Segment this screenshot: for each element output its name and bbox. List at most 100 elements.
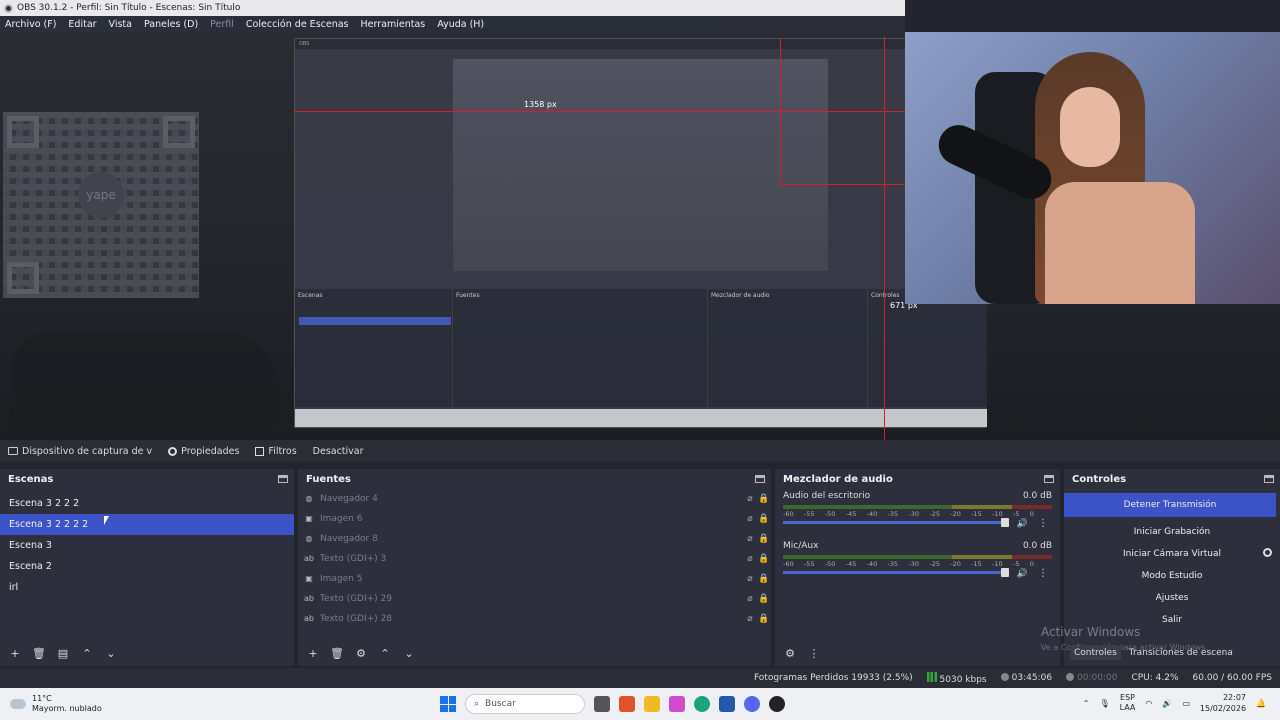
fps: 60.00 / 60.00 FPS [1192,673,1272,683]
globe-icon: ◍ [305,534,313,543]
speaker-icon[interactable]: 🔊 [1017,569,1028,579]
webcam-feed[interactable] [905,32,1280,304]
bitrate: 5030 kbps [939,674,987,685]
battery-icon[interactable]: ▭ [1182,699,1190,708]
stop-stream-button[interactable]: Detener Transmisión [1064,493,1276,517]
signal-bars-icon [926,671,937,682]
file-explorer-icon[interactable] [594,696,610,712]
weather-widget[interactable]: 11°C Mayorm. nublado [10,694,102,714]
mixer-channel-desktop: Audio del escritorio 0.0 dB -60 -55 -50 -45… [775,489,1060,539]
eye-hidden-icon[interactable]: ⌀ [743,494,757,504]
settings-button[interactable]: Ajustes [1064,587,1280,608]
menu-vista[interactable]: Vista [109,19,132,30]
source-item[interactable]: ▣ Imagen 6 ⌀ 🔒 [298,509,771,529]
move-down-button[interactable]: ⌄ [402,647,416,660]
menu-ayuda[interactable]: Ayuda (H) [437,19,484,30]
menu-paneles[interactable]: Paneles (D) [144,19,198,30]
source-label: Imagen 6 [320,514,363,524]
menu-coleccion-escenas[interactable]: Colección de Escenas [246,19,349,30]
lock-icon[interactable]: 🔒 [757,554,771,564]
source-label: Navegador 4 [320,494,378,504]
lock-icon[interactable]: 🔒 [757,574,771,584]
add-source-button[interactable]: + [306,647,320,660]
lock-icon[interactable]: 🔒 [757,534,771,544]
scene-item[interactable]: irl [0,577,294,598]
lock-icon[interactable]: 🔒 [757,494,771,504]
eye-hidden-icon[interactable]: ⌀ [743,594,757,604]
deactivate-button[interactable]: Desactivar [305,446,372,457]
add-scene-button[interactable]: + [8,647,22,660]
source-item[interactable]: ◍ Navegador 4 ⌀ 🔒 [298,489,771,509]
edge-icon[interactable] [694,696,710,712]
volume-icon[interactable]: 🔊 [1162,699,1172,708]
move-up-button[interactable]: ⌃ [378,647,392,660]
source-properties-button[interactable]: ⚙ [354,647,368,660]
menu-herramientas[interactable]: Herramientas [361,19,426,30]
folder-icon[interactable] [644,696,660,712]
start-virtual-camera-button[interactable]: Iniciar Cámara Virtual [1064,543,1280,564]
eye-hidden-icon[interactable]: ⌀ [743,614,757,624]
channel-menu-icon[interactable]: ⋮ [1038,568,1048,579]
start-recording-button[interactable]: Iniciar Grabación [1064,521,1280,542]
discord-icon[interactable] [744,696,760,712]
obs-taskbar-icon[interactable] [769,696,785,712]
eye-hidden-icon[interactable]: ⌀ [743,554,757,564]
menu-editar[interactable]: Editar [68,19,96,30]
studio-mode-button[interactable]: Modo Estudio [1064,565,1280,586]
language-indicator[interactable]: ESP LAA [1120,693,1136,713]
windows-start-icon[interactable] [440,696,456,712]
wifi-icon[interactable]: ◠ [1145,699,1152,708]
source-item[interactable]: ab Texto (GDI+) 29 ⌀ 🔒 [298,589,771,609]
mixer-menu-button[interactable]: ⋮ [807,647,821,660]
eye-hidden-icon[interactable]: ⌀ [743,514,757,524]
gear-icon[interactable] [1263,548,1272,557]
lock-icon[interactable]: 🔒 [757,514,771,524]
advanced-audio-button[interactable]: ⚙ [783,647,797,660]
remove-source-button[interactable]: 🗑 [330,647,344,660]
undock-icon[interactable] [1044,475,1054,483]
chevron-up-icon[interactable]: ⌃ [1083,699,1090,708]
controls-title: Controles [1072,473,1127,485]
channel-menu-icon[interactable]: ⋮ [1038,518,1048,529]
volume-slider[interactable] [783,518,1009,527]
scene-item[interactable]: Escena 2 [0,556,294,577]
menu-archivo[interactable]: Archivo (F) [5,19,56,30]
filters-button[interactable]: Filtros [247,446,304,457]
lock-icon[interactable]: 🔒 [757,594,771,604]
tab-controls[interactable]: Controles [1070,646,1121,660]
undock-icon[interactable] [278,475,288,483]
clock[interactable]: 22:07 15/02/2026 [1200,692,1246,714]
notifications-icon[interactable]: 🔔 [1256,699,1266,708]
undock-icon[interactable] [1264,475,1274,483]
source-selected: Dispositivo de captura de v [0,446,160,457]
source-item[interactable]: ab Texto (GDI+) 28 ⌀ 🔒 [298,609,771,629]
microphone-icon[interactable]: 🎙 [1099,699,1109,708]
deactivate-label: Desactivar [312,445,364,457]
live-time: 03:45:06 [1011,673,1053,683]
selection-box-left [780,38,781,186]
preview-canvas[interactable]: yape OBS Escenas Fuentes Mezclador de au… [0,32,1280,440]
move-up-button[interactable]: ⌃ [80,647,94,660]
scene-item[interactable]: Escena 3 [0,535,294,556]
eye-hidden-icon[interactable]: ⌀ [743,574,757,584]
volume-slider[interactable] [783,568,1009,577]
source-item[interactable]: ab Texto (GDI+) 3 ⌀ 🔒 [298,549,771,569]
taskbar-search[interactable]: ⌕ Buscar [465,694,585,714]
menu-perfil[interactable]: Perfil [210,19,234,30]
store-icon[interactable] [719,696,735,712]
copilot-icon[interactable] [669,696,685,712]
brave-icon[interactable] [619,696,635,712]
undock-icon[interactable] [755,475,765,483]
scene-item-selected[interactable]: Escena 3 2 2 2 2 [0,514,294,535]
remove-scene-button[interactable]: 🗑 [32,647,46,660]
move-down-button[interactable]: ⌄ [104,647,118,660]
source-item[interactable]: ▣ Imagen 5 ⌀ 🔒 [298,569,771,589]
source-item[interactable]: ◍ Navegador 8 ⌀ 🔒 [298,529,771,549]
scene-filters-button[interactable]: ▤ [56,647,70,660]
speaker-icon[interactable]: 🔊 [1017,519,1028,529]
tab-scene-transitions[interactable]: Transiciones de escena [1129,648,1233,658]
eye-hidden-icon[interactable]: ⌀ [743,534,757,544]
scene-item[interactable]: Escena 3 2 2 2 [0,493,294,514]
properties-button[interactable]: Propiedades [160,446,247,457]
lock-icon[interactable]: 🔒 [757,614,771,624]
